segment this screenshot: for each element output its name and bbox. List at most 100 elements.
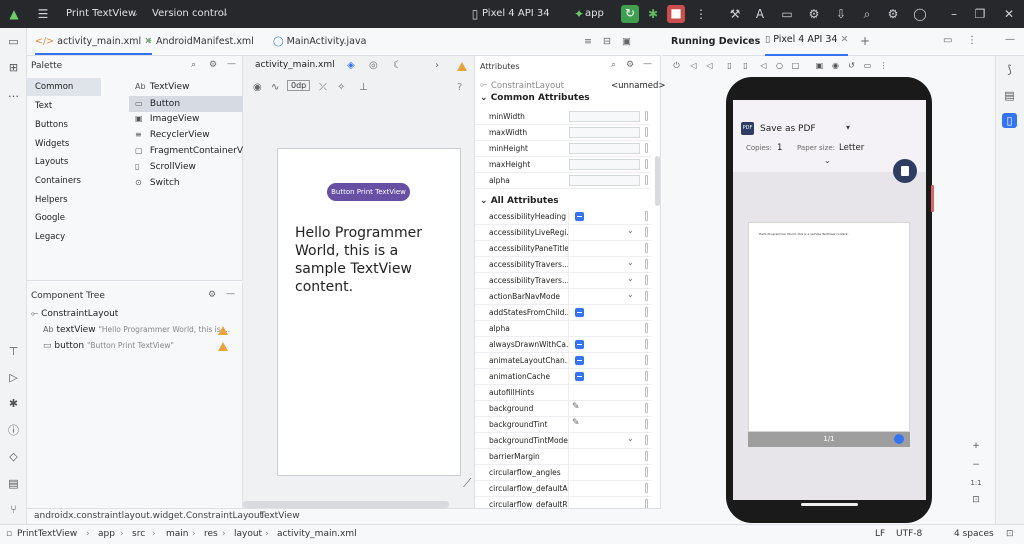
palette-category[interactable]: Widgets [35, 139, 69, 149]
tab-android-manifest[interactable]: ✦ AndroidManifest.xml [145, 36, 254, 47]
design-view-icon[interactable]: ▣ [622, 36, 631, 47]
stop-icon[interactable]: ■ [667, 5, 685, 23]
pin-icon[interactable] [645, 451, 648, 461]
pin-icon[interactable] [645, 435, 648, 445]
split-view-icon[interactable]: ⊟ [603, 36, 611, 47]
chevron-down-icon[interactable]: ⌄ [131, 8, 139, 19]
folder-icon[interactable]: ▭ [6, 34, 21, 49]
copies-value[interactable]: 1 [777, 143, 782, 153]
volume-up-icon[interactable]: ◁ [688, 60, 699, 71]
expand-options-icon[interactable]: ⌄ [824, 156, 831, 165]
tree-node[interactable]: Ab textView "Hello Programmer World, thi… [43, 325, 243, 335]
gem-icon[interactable]: ◇ [6, 449, 21, 464]
add-icon[interactable]: + [860, 34, 870, 48]
pin-icon[interactable] [645, 159, 648, 169]
rotate-left-icon[interactable]: ▯ [724, 60, 735, 71]
volume-down-icon[interactable]: ◁ [704, 60, 715, 71]
flag-icon[interactable] [575, 356, 584, 365]
tree-node-root[interactable]: ⟜ ConstraintLayout [31, 309, 118, 319]
infer-constraints-icon[interactable]: ✧ [337, 82, 345, 93]
palette-category[interactable]: Buttons [35, 120, 68, 130]
check-icon[interactable] [894, 434, 904, 444]
apply-changes-icon[interactable]: ↻ [621, 5, 639, 23]
attribute-value-input[interactable] [569, 111, 640, 122]
pin-icon[interactable] [645, 211, 648, 221]
pin-icon[interactable] [645, 307, 648, 317]
attribute-value[interactable] [568, 481, 641, 496]
project-name[interactable]: Print TextView [66, 8, 136, 19]
hammer-icon[interactable]: ⊤ [6, 344, 21, 359]
code-view-icon[interactable]: ≡ [584, 36, 592, 47]
path-segment[interactable]: res [204, 529, 218, 539]
pin-icon[interactable] [645, 483, 648, 493]
gear-icon[interactable]: ⚙ [209, 60, 217, 70]
pin-icon[interactable] [645, 243, 648, 253]
device-selector[interactable]: Pixel 4 API 34 [482, 8, 550, 19]
palette-item[interactable]: ⊙ Switch [135, 178, 180, 188]
chevron-down-icon[interactable]: ⌄ [627, 274, 634, 283]
section-common-attributes[interactable]: ⌄ Common Attributes [480, 93, 590, 103]
attribute-value[interactable] [568, 241, 641, 256]
pin-icon[interactable] [645, 323, 648, 333]
chevron-down-icon[interactable]: ⌄ [627, 290, 634, 299]
gradle-icon[interactable]: ⟆ [1002, 62, 1017, 77]
fit-screen-icon[interactable]: ⊡ [966, 492, 986, 508]
device-mirror-icon[interactable]: ▯ [1002, 113, 1017, 128]
chevron-down-icon[interactable]: ⌄ [627, 226, 634, 235]
bug-icon[interactable]: ✱ [6, 396, 21, 411]
palette-category[interactable]: Text [35, 101, 52, 111]
chevron-right-icon[interactable]: › [435, 60, 439, 71]
search-icon[interactable]: ⌕ [611, 60, 616, 70]
pin-icon[interactable] [645, 355, 648, 365]
pin-icon[interactable] [645, 127, 648, 137]
vertical-scrollbar[interactable] [655, 156, 660, 206]
screenshot-icon[interactable]: ▣ [814, 60, 825, 71]
path-segment[interactable]: activity_main.xml [277, 529, 357, 539]
problems-icon[interactable]: ⓘ [6, 423, 21, 438]
structure-icon[interactable]: ⊞ [6, 60, 21, 75]
breadcrumb-child[interactable]: TextView [260, 511, 300, 521]
pin-icon[interactable] [645, 339, 648, 349]
flag-icon[interactable] [575, 372, 584, 381]
attribute-value-input[interactable] [569, 127, 640, 138]
palette-item[interactable]: ▣ ImageView [135, 114, 199, 124]
pin-icon[interactable] [645, 291, 648, 301]
blueprint-icon[interactable]: ◎ [369, 60, 378, 71]
home-icon[interactable]: ○ [774, 60, 785, 71]
path-segment[interactable]: app [98, 529, 115, 539]
flag-icon[interactable] [575, 212, 584, 221]
main-menu-icon[interactable]: ☰ [35, 6, 51, 22]
pin-icon[interactable] [645, 111, 648, 121]
record-icon[interactable]: ◉ [830, 60, 841, 71]
pin-icon[interactable] [645, 467, 648, 477]
translate-icon[interactable]: A [752, 6, 768, 22]
pin-icon[interactable] [645, 275, 648, 285]
notifications-icon[interactable]: ▤ [1002, 88, 1017, 103]
attribute-value[interactable] [568, 449, 641, 464]
attribute-value-input[interactable] [569, 143, 640, 154]
indent-setting[interactable]: 4 spaces [954, 529, 994, 539]
magnet-icon[interactable]: ∿ [271, 82, 279, 93]
file-encoding[interactable]: UTF-8 [896, 529, 922, 539]
pin-icon[interactable] [645, 371, 648, 381]
gear-icon[interactable]: ⚙ [208, 290, 216, 300]
pin-icon[interactable] [645, 419, 648, 429]
search-icon[interactable]: ⌕ [191, 60, 196, 70]
path-segment[interactable]: layout [234, 529, 262, 539]
tab-activity-main[interactable]: </> activity_main.xml ✕ [35, 36, 153, 55]
path-segment[interactable]: src [132, 529, 145, 539]
palette-category[interactable]: Layouts [35, 157, 68, 167]
pin-icon[interactable] [645, 227, 648, 237]
close-icon[interactable]: ✕ [841, 34, 849, 45]
help-icon[interactable]: ? [457, 82, 462, 93]
breadcrumb-parent[interactable]: androidx.constraintlayout.widget.Constra… [34, 511, 263, 521]
restore-icon[interactable]: ❐ [972, 6, 988, 22]
resize-handle-icon[interactable]: ⟋ [463, 476, 471, 491]
overview-icon[interactable]: □ [790, 60, 801, 71]
device-manager-icon[interactable]: ▭ [779, 6, 795, 22]
zoom-out-icon[interactable]: − [966, 457, 986, 473]
snapshot-icon[interactable]: ↺ [846, 60, 857, 71]
download-pdf-button[interactable] [893, 159, 917, 183]
preview-textview[interactable]: Hello Programmer World, this is a sample… [295, 224, 445, 296]
back-icon[interactable]: ◁ [758, 60, 769, 71]
